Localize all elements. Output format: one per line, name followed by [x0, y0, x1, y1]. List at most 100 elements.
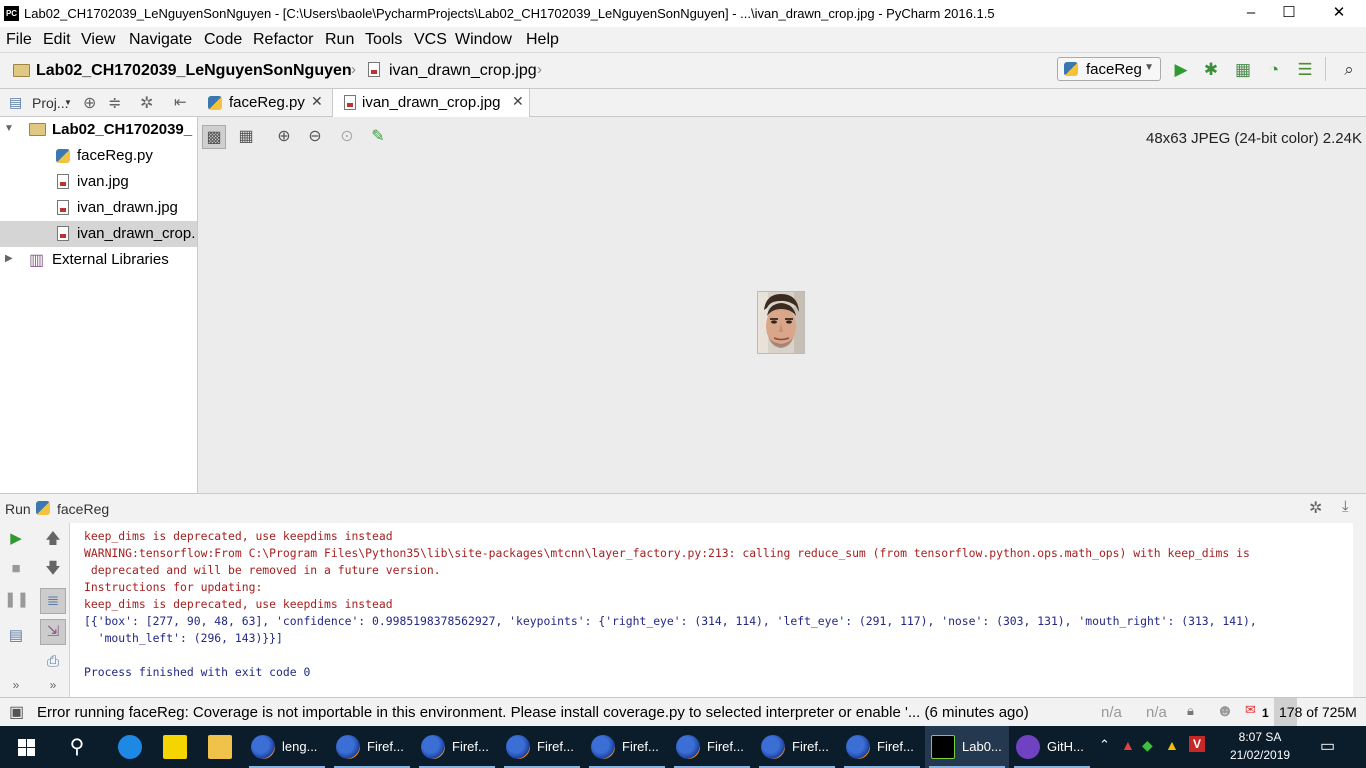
search-icon[interactable]: ⌕	[1339, 60, 1359, 80]
chessboard-background-icon[interactable]: ▩	[202, 125, 226, 149]
notifications-icon[interactable]: ▭	[1320, 736, 1335, 756]
scroll-to-end-icon[interactable]: ⇲	[40, 619, 66, 645]
menu-refactor[interactable]: Refactor	[253, 31, 313, 49]
profile-icon[interactable]: ◔	[1264, 60, 1284, 80]
gear-icon[interactable]: ✲	[1309, 498, 1322, 518]
lock-icon[interactable]: 🔒︎	[1187, 703, 1194, 719]
hide-panel-icon[interactable]: ⤓	[1342, 498, 1349, 515]
taskbar-item[interactable]: Firef...	[840, 726, 924, 768]
run-panel-config[interactable]: faceReg	[57, 501, 109, 517]
taskbar-item[interactable]: Firef...	[755, 726, 839, 768]
menu-vcs[interactable]: VCS	[414, 31, 447, 49]
menu-tools[interactable]: Tools	[365, 31, 402, 49]
start-button[interactable]	[0, 726, 52, 768]
taskbar-file-explorer[interactable]	[200, 726, 240, 768]
restore-layout-icon[interactable]: ▤	[4, 624, 28, 648]
tab-facereg-py[interactable]: faceReg.py ✕	[198, 89, 330, 117]
tree-item-facereg-py[interactable]: faceReg.py	[0, 143, 197, 169]
soft-wrap-icon[interactable]: ≣	[40, 588, 66, 614]
print-icon[interactable]: ⎙	[41, 650, 65, 674]
taskbar-item[interactable]: Firef...	[500, 726, 584, 768]
breadcrumb-separator-icon: ›	[351, 61, 356, 78]
firefox-icon	[506, 735, 530, 759]
status-na-1: n/a	[1101, 704, 1122, 721]
expand-arrow-icon[interactable]: ▼	[4, 123, 14, 134]
tray-app-icon[interactable]: ▲	[1121, 737, 1135, 753]
more-actions-icon[interactable]: »	[41, 673, 65, 697]
edge-icon	[118, 735, 142, 759]
console-scrollbar[interactable]	[1353, 575, 1366, 697]
tray-app-icon[interactable]: ▲	[1165, 737, 1179, 753]
tool-windows-icon[interactable]: ▣	[9, 702, 24, 722]
taskbar-item[interactable]: Firef...	[670, 726, 754, 768]
collapse-all-icon[interactable]: ≑	[108, 93, 121, 113]
console-line: Process finished with exit code 0	[84, 665, 311, 679]
menu-edit[interactable]: Edit	[43, 31, 71, 49]
tray-app-icon[interactable]: ◆	[1142, 737, 1153, 754]
tree-item-external-libraries[interactable]: ▶ ▥ External Libraries	[0, 247, 197, 273]
color-picker-icon[interactable]: ✎	[366, 125, 390, 149]
tree-item-ivan-drawn-jpg[interactable]: ivan_drawn.jpg	[0, 195, 197, 221]
run-icon[interactable]: ▶	[1171, 60, 1191, 80]
status-message[interactable]: Error running faceReg: Coverage is not i…	[37, 704, 1029, 721]
editor-tab-bar: faceReg.py ✕ ivan_drawn_crop.jpg ✕	[198, 89, 1366, 117]
memory-indicator[interactable]: 178 of 725M	[1274, 698, 1366, 726]
search-icon[interactable]: ⚲	[60, 734, 94, 760]
grid-toggle-icon[interactable]: ▦	[234, 125, 258, 149]
tree-item-ivan-jpg[interactable]: ivan.jpg	[0, 169, 197, 195]
taskbar-item[interactable]: leng...	[245, 726, 329, 768]
actual-size-icon[interactable]: ⊙	[335, 125, 359, 149]
menu-run[interactable]: Run	[325, 31, 354, 49]
close-button[interactable]: ✕	[1316, 0, 1362, 27]
debug-icon[interactable]: ✱	[1201, 60, 1221, 80]
sticky-notes-icon	[163, 735, 187, 759]
run-with-coverage-icon[interactable]: ▦	[1233, 60, 1253, 80]
chevron-down-icon[interactable]: ▼	[64, 98, 72, 107]
taskbar-item[interactable]: Firef...	[585, 726, 669, 768]
run-configuration-select[interactable]: faceReg ▼	[1057, 57, 1161, 81]
menu-code[interactable]: Code	[204, 31, 242, 49]
close-tab-icon[interactable]: ✕	[311, 93, 323, 110]
console-line: keep_dims is deprecated, use keepdims in…	[84, 529, 393, 543]
taskbar-item-label: Firef...	[877, 739, 914, 754]
taskbar-item[interactable]: Lab0...	[925, 726, 1009, 768]
concurrency-diagram-icon[interactable]: ☰	[1295, 60, 1315, 80]
console-output[interactable]: keep_dims is deprecated, use keepdims in…	[69, 523, 1353, 697]
maximize-button[interactable]: ☐	[1266, 0, 1312, 27]
tree-item-ivan-drawn-crop-jpg[interactable]: ivan_drawn_crop.	[0, 221, 197, 247]
run-panel-header: Run faceReg ✲ ⤓	[0, 493, 1366, 523]
expand-arrow-icon[interactable]: ▶	[5, 253, 13, 264]
hide-panel-icon[interactable]: ⇤	[174, 93, 187, 111]
menu-file[interactable]: File	[6, 31, 32, 49]
inspector-icon[interactable]: ☻	[1216, 701, 1234, 721]
taskbar-item[interactable]: Firef...	[415, 726, 499, 768]
breadcrumb-project[interactable]: Lab02_CH1702039_LeNguyenSonNguyen	[36, 62, 352, 80]
taskbar-item[interactable]: Firef...	[330, 726, 414, 768]
taskbar-sticky-notes[interactable]	[155, 726, 195, 768]
gear-icon[interactable]: ✲	[140, 93, 153, 113]
rerun-icon[interactable]: ▶	[4, 527, 28, 551]
scroll-up-icon[interactable]: 🡅	[41, 527, 65, 551]
more-actions-icon[interactable]: »	[4, 673, 28, 697]
menu-help[interactable]: Help	[526, 31, 559, 49]
pause-icon[interactable]: ❚❚	[4, 588, 29, 612]
menu-view[interactable]: View	[81, 31, 115, 49]
close-tab-icon[interactable]: ✕	[512, 93, 524, 110]
tab-label: ivan_drawn_crop.jpg	[362, 94, 501, 111]
zoom-out-icon[interactable]: ⊖	[303, 125, 327, 149]
zoom-in-icon[interactable]: ⊕	[272, 125, 296, 149]
taskbar-edge[interactable]	[110, 726, 150, 768]
menu-window[interactable]: Window	[455, 31, 512, 49]
taskbar-item[interactable]: GitH...	[1010, 726, 1094, 768]
event-log-error-icon[interactable]: ✉	[1245, 702, 1256, 718]
show-hidden-icons-chevron-icon[interactable]: ⌃	[1099, 737, 1110, 753]
clock[interactable]: 8:07 SA 21/02/2019	[1230, 730, 1290, 762]
tray-v-icon[interactable]: V	[1189, 736, 1205, 752]
scroll-from-source-icon[interactable]: ⊕	[83, 93, 96, 113]
scroll-down-icon[interactable]: 🡇	[41, 557, 65, 581]
menu-navigate[interactable]: Navigate	[129, 31, 192, 49]
breadcrumb-file[interactable]: ivan_drawn_crop.jpg	[389, 62, 537, 80]
tree-item-project-root[interactable]: ▼ Lab02_CH1702039_	[0, 117, 197, 143]
tab-ivan-drawn-crop-jpg[interactable]: ivan_drawn_crop.jpg ✕	[332, 89, 530, 117]
stop-icon[interactable]: ■	[4, 557, 28, 581]
